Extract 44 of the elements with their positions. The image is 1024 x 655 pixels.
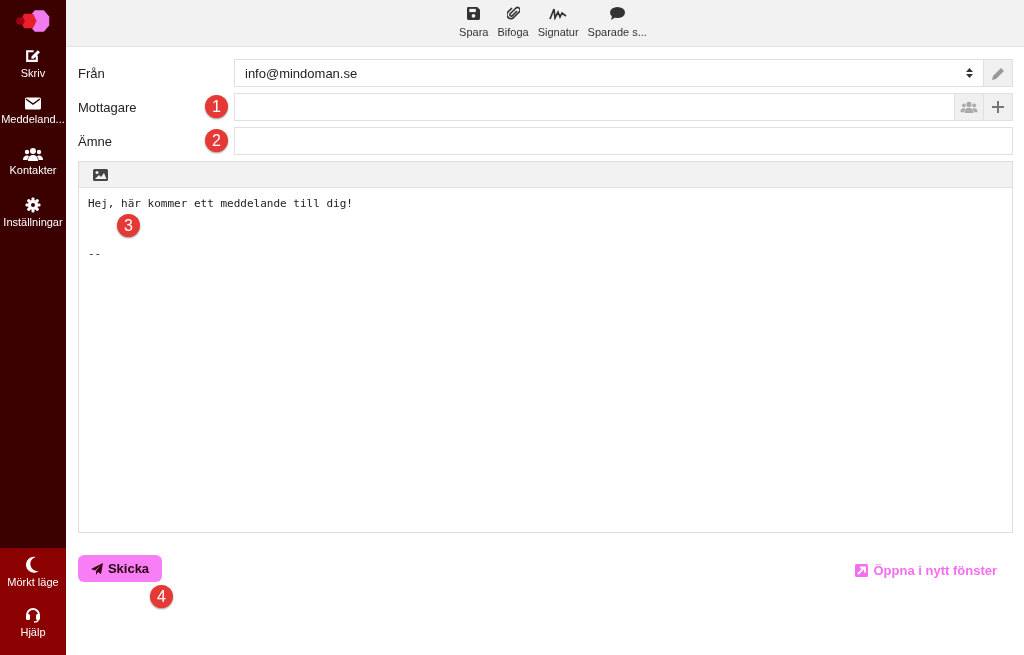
toolbar-button[interactable]: Sparade s...: [587, 0, 647, 46]
callout-badge: 1: [205, 95, 228, 118]
paper-plane-icon: [90, 562, 103, 575]
contacts-button[interactable]: [955, 93, 984, 121]
sort-icon: [966, 68, 973, 78]
headset-icon: [25, 605, 41, 623]
external-link-icon: [854, 563, 868, 577]
callout-badge: 3: [117, 214, 140, 237]
users-icon: [23, 147, 43, 161]
image-icon[interactable]: [93, 168, 108, 181]
toolbar-button[interactable]: Spara: [459, 0, 489, 46]
edit-button[interactable]: [984, 59, 1013, 87]
nav-item[interactable]: Hjälp: [20, 605, 46, 655]
envelope-icon: [25, 97, 41, 110]
toolbar-button[interactable]: Signatur: [537, 0, 579, 46]
sender-select[interactable]: info@mindoman.se: [234, 59, 984, 87]
subject-field[interactable]: [234, 127, 1013, 155]
signature-icon: [549, 8, 568, 20]
moon-icon: [25, 556, 41, 573]
send-button[interactable]: Skicka: [78, 555, 162, 582]
message-line: Hej, här kommer ett meddelande till dig!: [88, 196, 353, 212]
toolbar-button[interactable]: Bifoga: [497, 0, 529, 46]
edit-icon: [24, 47, 42, 64]
nav-item[interactable]: Mörkt läge: [7, 556, 59, 606]
users-icon: [960, 101, 978, 113]
nav-item[interactable]: Inställningar: [3, 197, 63, 247]
recipient-field[interactable]: [234, 93, 955, 121]
pencil-icon: [991, 66, 1005, 80]
callout-badge: 4: [150, 585, 173, 608]
settings-icon: [25, 197, 41, 213]
plus-icon: [992, 101, 1004, 113]
field-label: Ämne: [78, 133, 112, 149]
callout-badge: 2: [205, 129, 228, 152]
nav-item[interactable]: Skriv: [20, 47, 46, 97]
nav-item[interactable]: Meddeland...: [1, 97, 65, 147]
logo-icon: [15, 9, 51, 33]
field-label: Från: [78, 65, 105, 81]
message-line: --: [88, 245, 102, 262]
nav-item[interactable]: Kontakter: [9, 147, 57, 197]
speech-bubble-icon: [609, 7, 625, 20]
paperclip-icon: [506, 6, 520, 20]
save-icon: [467, 7, 481, 20]
field-label: Mottagare: [78, 99, 137, 115]
add-button[interactable]: [984, 93, 1013, 121]
